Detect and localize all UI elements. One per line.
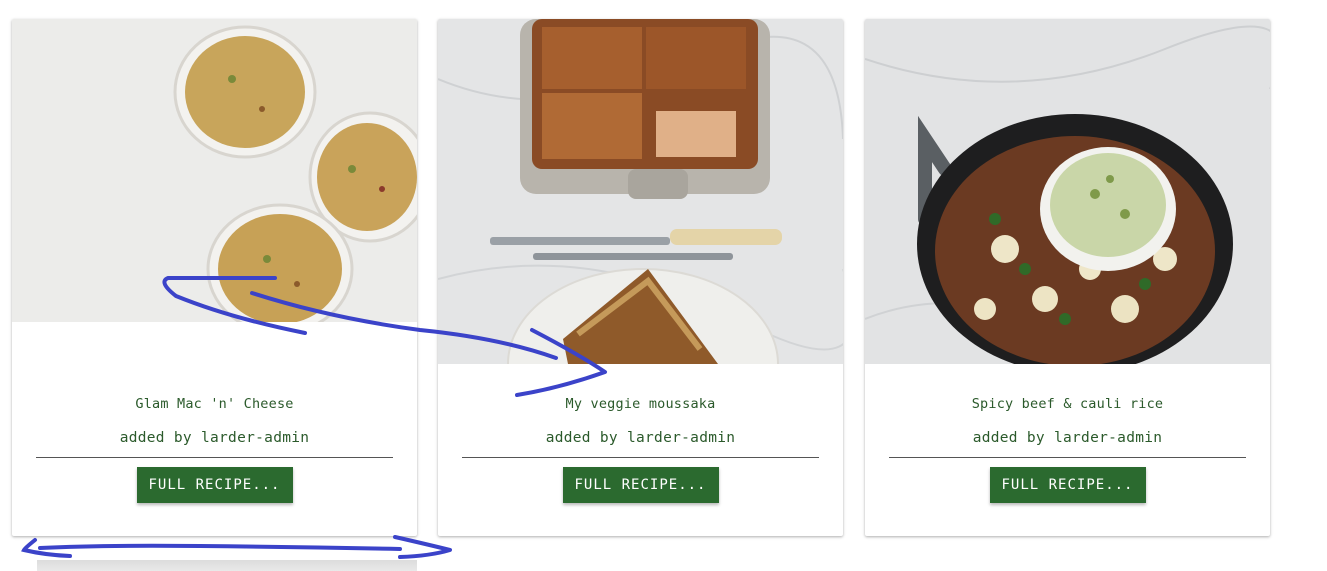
recipe-title: Spicy beef & cauli rice — [971, 396, 1164, 412]
divider — [889, 457, 1246, 458]
recipe-image-beef-cauli-rice — [865, 19, 1270, 364]
recipe-title: Glam Mac 'n' Cheese — [135, 396, 294, 412]
recipe-author: added by larder-admin — [545, 430, 736, 446]
divider — [36, 457, 393, 458]
recipe-image-mac-and-cheese — [12, 19, 417, 322]
recipe-card: Glam Mac 'n' Cheese added by larder-admi… — [12, 19, 417, 536]
full-recipe-button[interactable]: FULL RECIPE... — [136, 467, 293, 503]
divider — [462, 457, 819, 458]
recipe-card: My veggie moussaka added by larder-admin… — [438, 19, 843, 536]
recipe-image-veggie-moussaka — [438, 19, 843, 364]
next-card-image-edge — [37, 560, 417, 571]
recipe-author: added by larder-admin — [972, 430, 1163, 446]
recipe-author: added by larder-admin — [119, 430, 310, 446]
full-recipe-button[interactable]: FULL RECIPE... — [562, 467, 719, 503]
recipe-title: My veggie moussaka — [565, 396, 716, 412]
recipe-card: Spicy beef & cauli rice added by larder-… — [865, 19, 1270, 536]
full-recipe-button[interactable]: FULL RECIPE... — [989, 467, 1146, 503]
